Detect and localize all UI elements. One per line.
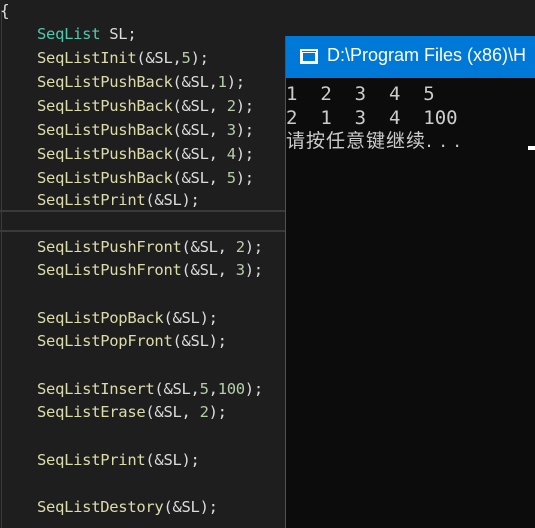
code-line-pushfront-2[interactable]: SeqListPushFront(&SL, 3); [37,258,263,282]
number-literal: 4 [226,145,236,163]
code-line-popfront[interactable]: SeqListPopFront(&SL); [37,329,227,353]
console-output-line-3: 请按任意键继续. . . [286,130,462,152]
number-literal: 5 [226,169,236,187]
function-name: SeqListPrint [37,191,146,209]
call-close: ); [244,261,263,279]
console-cursor [528,146,535,150]
number-literal: 1 [217,73,227,91]
call-close: ); [226,73,245,91]
function-name: SeqListPushFront [37,261,182,279]
declaration-rest: SL; [100,25,137,43]
code-line-pushback-2[interactable]: SeqListPushBack(&SL, 2); [37,94,254,118]
console-window[interactable]: D:\Program Files (x86)\H 1 2 3 4 5 2 1 3… [285,36,535,528]
function-name: SeqListPushBack [37,97,173,115]
code-line-pushback-5[interactable]: SeqListPushBack(&SL, 5); [37,166,254,190]
number-literal: 3 [226,121,236,139]
code-line-pushback-1[interactable]: SeqListPushBack(&SL,1); [37,70,245,94]
type-keyword: SeqList [37,25,101,43]
function-name: SeqListErase [37,403,146,421]
function-name: SeqListPushFront [37,238,182,256]
code-line-pushfront-1[interactable]: SeqListPushFront(&SL, 2); [37,235,263,259]
call-args: (&SL); [163,498,218,516]
function-name: SeqListDestory [37,498,164,516]
call-close: ); [244,380,263,398]
call-args: (&SL, [172,73,218,91]
console-output-line-2: 2 1 3 4 100 [286,107,458,129]
call-args: (&SL, [154,380,200,398]
indent-guide [1,10,2,528]
function-name: SeqListPushBack [37,121,173,139]
call-close: ); [235,169,254,187]
call-args: (&SL); [172,332,227,350]
call-args: (&SL); [145,451,200,469]
console-output-line-1: 1 2 3 4 5 [286,83,435,105]
number-literal: 100 [217,380,245,398]
code-line-declaration[interactable]: SeqList SL; [37,22,137,46]
call-args: (&SL, [172,121,227,139]
code-line-print-1[interactable]: SeqListPrint(&SL); [37,188,200,212]
number-literal: 2 [226,97,236,115]
call-args: (&SL); [163,309,218,327]
function-name: SeqListPrint [37,451,146,469]
open-brace: { [0,1,10,20]
console-title: D:\Program Files (x86)\H [327,45,527,65]
code-line-destroy[interactable]: SeqListDestory(&SL); [37,495,218,519]
number-literal: 5 [181,49,191,67]
call-close: ); [244,238,263,256]
call-close: ); [235,121,254,139]
number-literal: 2 [235,238,245,256]
call-args: (&SL, [181,261,236,279]
function-name: SeqListPushBack [37,73,173,91]
code-line-erase[interactable]: SeqListErase(&SL, 2); [37,400,227,424]
call-close: ); [235,97,254,115]
call-args: (&SL, [181,238,236,256]
number-literal: 2 [199,403,209,421]
console-app-icon [300,49,318,64]
number-literal: 5 [199,380,209,398]
code-line-init[interactable]: SeqListInit(&SL,5); [37,46,209,70]
code-line-pushback-4[interactable]: SeqListPushBack(&SL, 4); [37,142,254,166]
function-name: SeqListPopFront [37,332,173,350]
call-close: ); [190,49,209,67]
function-name: SeqListPushBack [37,169,173,187]
call-args: (&SL, [172,169,227,187]
number-literal: 3 [235,261,245,279]
call-args: (&SL); [145,191,200,209]
code-line-print-2[interactable]: SeqListPrint(&SL); [37,448,200,472]
call-args: (&SL, [145,403,200,421]
function-name: SeqListInit [37,49,137,67]
arg-separator: , [208,380,218,398]
call-args: (&SL, [136,49,182,67]
call-args: (&SL, [172,97,227,115]
call-close: ); [208,403,227,421]
function-name: SeqListInsert [37,380,155,398]
code-line-popback[interactable]: SeqListPopBack(&SL); [37,306,218,330]
code-line-pushback-3[interactable]: SeqListPushBack(&SL, 3); [37,118,254,142]
code-line-insert[interactable]: SeqListInsert(&SL,5,100); [37,377,263,401]
call-close: ); [235,145,254,163]
function-name: SeqListPopBack [37,309,164,327]
function-name: SeqListPushBack [37,145,173,163]
call-args: (&SL, [172,145,227,163]
console-titlebar[interactable]: D:\Program Files (x86)\H [286,36,535,78]
